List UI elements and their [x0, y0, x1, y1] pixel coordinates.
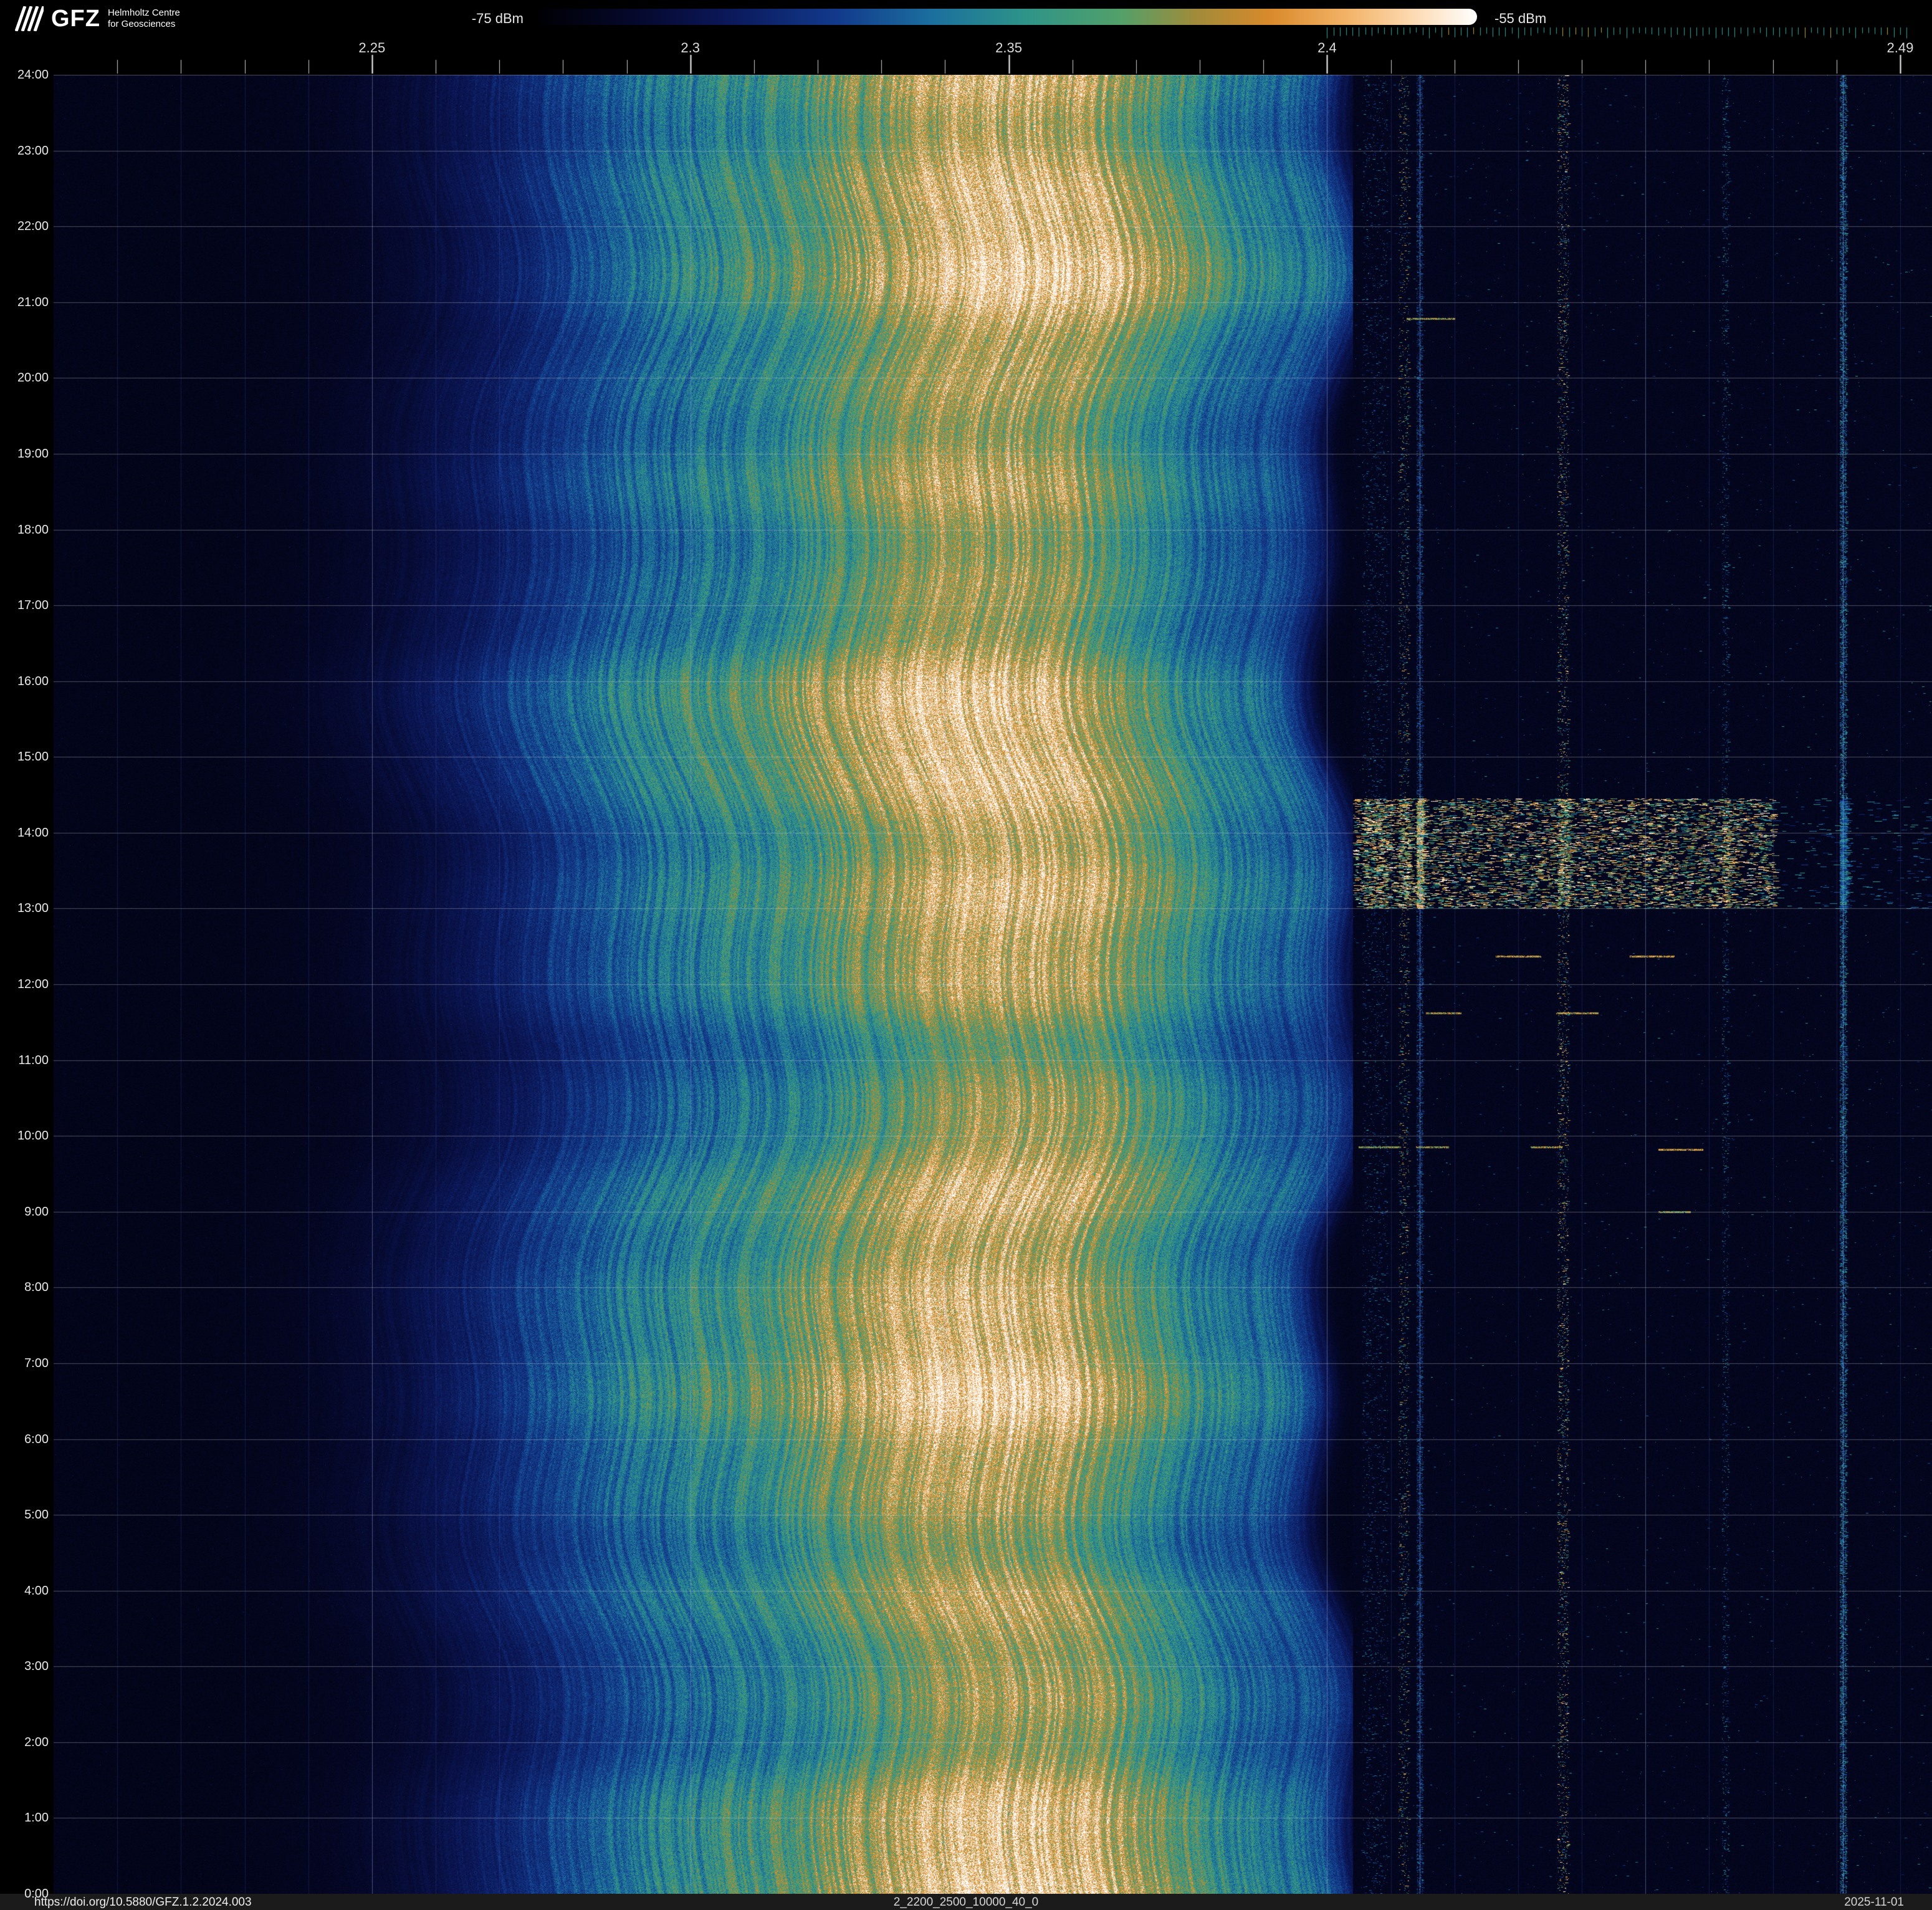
time-tick-label: 15:00	[17, 750, 49, 764]
time-tick-label: 2:00	[24, 1735, 49, 1749]
spectrogram-page: GFZ Helmholtz Centre for Geosciences -75…	[0, 0, 1932, 1910]
time-tick-label: 0:00	[24, 1887, 49, 1901]
time-tick-label: 9:00	[24, 1204, 49, 1219]
freq-tick-label: 2.3	[681, 40, 700, 55]
time-tick-label: 10:00	[17, 1129, 49, 1143]
freq-tick-label: 2.4	[1317, 40, 1337, 55]
freq-tick-label: 2.35	[995, 40, 1022, 55]
time-tick-label: 5:00	[24, 1508, 49, 1522]
time-tick-label: 18:00	[17, 522, 49, 537]
time-tick-label: 19:00	[17, 446, 49, 461]
time-tick-label: 23:00	[17, 143, 49, 158]
time-tick-label: 21:00	[17, 295, 49, 309]
time-tick-label: 20:00	[17, 371, 49, 385]
freq-tick-label: 2.49	[1887, 40, 1914, 55]
time-tick-label: 14:00	[17, 825, 49, 840]
footer-date-label: 2025-11-01	[1844, 1896, 1904, 1909]
spectrogram-canvas	[54, 75, 1932, 1894]
footer-bar: https://doi.org/10.5880/GFZ.1.2.2024.003…	[0, 1894, 1932, 1910]
time-tick-label: 16:00	[17, 674, 49, 688]
time-tick-label: 3:00	[24, 1659, 49, 1674]
time-tick-label: 8:00	[24, 1280, 49, 1295]
freq-tick-label: 2.25	[358, 40, 386, 55]
time-tick-label: 17:00	[17, 598, 49, 613]
time-tick-label: 4:00	[24, 1583, 49, 1598]
time-tick-label: 11:00	[18, 1053, 49, 1067]
time-tick-label: 24:00	[17, 68, 49, 82]
footer-doi-link[interactable]: https://doi.org/10.5880/GFZ.1.2.2024.003	[34, 1896, 252, 1909]
frequency-axis-canvas	[0, 0, 1932, 75]
time-tick-label: 1:00	[24, 1811, 49, 1825]
time-tick-label: 13:00	[17, 901, 49, 916]
time-tick-label: 7:00	[24, 1356, 49, 1370]
time-tick-label: 12:00	[17, 977, 49, 991]
time-tick-label: 22:00	[17, 219, 49, 234]
footer-dataset-label: 2_2200_2500_10000_40_0	[893, 1896, 1039, 1909]
time-tick-label: 6:00	[24, 1432, 49, 1446]
